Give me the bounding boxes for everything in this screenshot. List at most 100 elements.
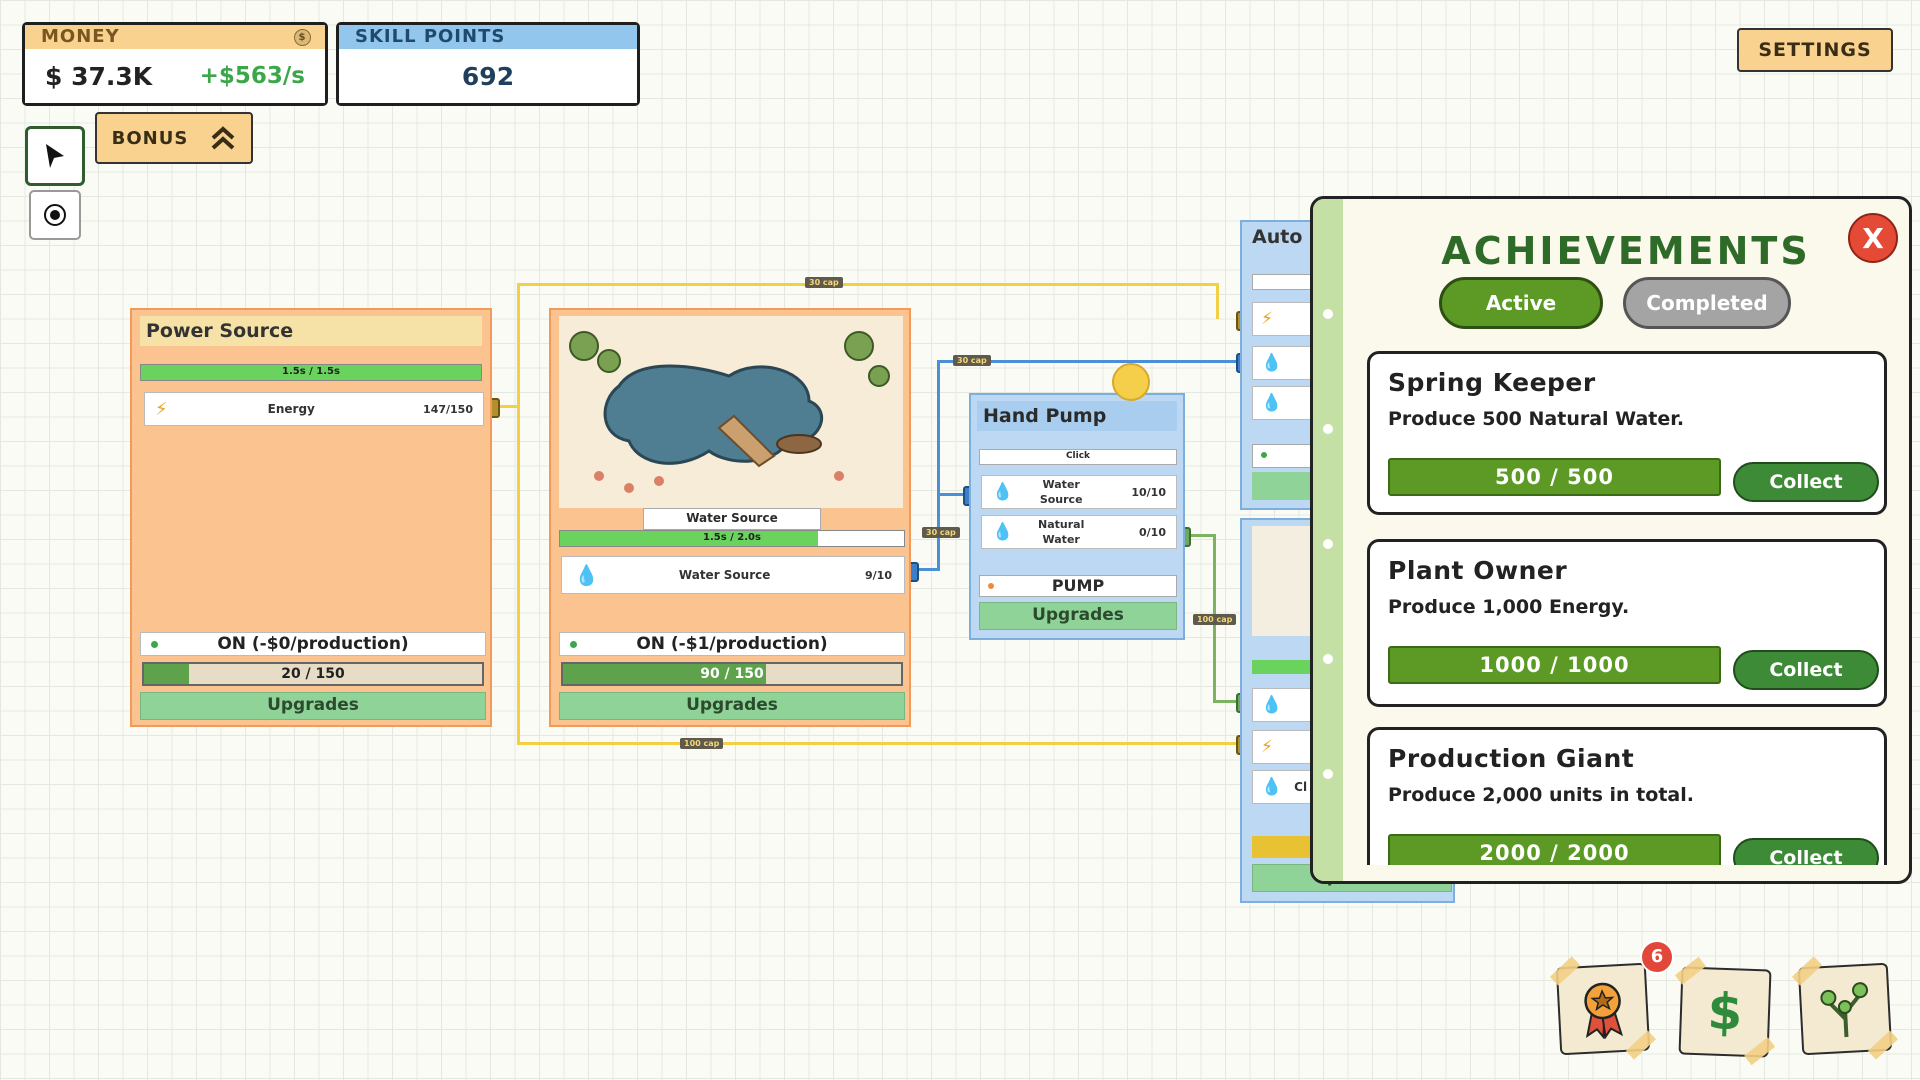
skill-value: 692 <box>461 61 515 91</box>
cursor-icon <box>46 144 64 168</box>
record-tool-button[interactable] <box>29 190 81 240</box>
wire-green-out <box>1187 534 1215 537</box>
wire-yellow-bottom <box>517 742 1245 745</box>
pump-action-button[interactable]: PUMP <box>979 575 1177 597</box>
achievement-title: Plant Owner <box>1388 556 1568 585</box>
resource-water-row: 💧 Water Source 9/10 <box>561 556 905 594</box>
water-drop-icon: 💧 <box>1261 393 1283 413</box>
auto-click-label: Cl <box>1294 780 1308 794</box>
money-rate: +$563/s <box>199 63 305 89</box>
water-source-caption: Water Source <box>643 508 821 530</box>
money-panel: MONEY $ $ 37.3K +$563/s <box>22 22 328 106</box>
timer-text: 1.5s / 2.0s <box>703 532 761 543</box>
production-timer-bar: 1.5s / 1.5s <box>140 364 482 381</box>
capacity-text: 90 / 150 <box>700 666 764 682</box>
click-label[interactable]: Click <box>979 449 1177 465</box>
shop-button[interactable]: $ <box>1674 956 1776 1066</box>
pond-illustration <box>559 316 903 508</box>
money-header: MONEY $ <box>25 25 325 49</box>
notification-badge: 6 <box>1640 940 1674 974</box>
bonus-label: BONUS <box>111 127 189 149</box>
achievement-title: Spring Keeper <box>1388 368 1596 397</box>
resource-count: 9/10 <box>865 568 892 582</box>
select-tool-button[interactable] <box>25 126 85 186</box>
capacity-bar: 90 / 150 <box>561 662 903 686</box>
skill-tree-button[interactable] <box>1791 956 1899 1060</box>
node-title: Auto <box>1252 226 1303 248</box>
node-title: Power Source <box>140 316 482 346</box>
water-drop-icon: 💧 <box>992 482 1014 502</box>
money-body: $ 37.3K +$563/s <box>25 49 325 103</box>
achievement-card: Production Giant Produce 2,000 units in … <box>1367 727 1887 865</box>
wire-cap-label: 30 cap <box>953 355 991 366</box>
upgrades-button[interactable]: Upgrades <box>559 692 905 720</box>
water-status-toggle[interactable]: ON (-$1/production) <box>559 632 905 656</box>
input-label: Water Source <box>1039 478 1083 506</box>
wire-cap-label: 30 cap <box>805 277 843 288</box>
hand-pump-node[interactable]: Hand Pump Click 💧 Water Source 10/10 💧 N… <box>969 363 1185 640</box>
skill-points-panel: SKILL POINTS 692 <box>336 22 640 106</box>
capacity-text: 20 / 150 <box>281 666 345 682</box>
collect-button[interactable]: Collect <box>1733 838 1879 865</box>
collect-button[interactable]: Collect <box>1733 462 1879 502</box>
badge-count: 6 <box>1650 946 1664 967</box>
capacity-bar: 20 / 150 <box>142 662 484 686</box>
status-text: ON (-$0/production) <box>217 634 409 654</box>
resource-label: Water Source <box>678 568 771 582</box>
wire-cap-label: 100 cap <box>680 738 724 749</box>
achievements-panel: ACHIEVEMENTS X Active Completed Spring K… <box>1310 196 1912 884</box>
achievement-desc: Produce 500 Natural Water. <box>1388 408 1685 430</box>
skill-label: SKILL POINTS <box>355 26 506 47</box>
achievement-progress: 500 / 500 <box>1388 458 1721 496</box>
upgrades-button[interactable]: Upgrades <box>979 602 1177 630</box>
upgrades-button[interactable]: Upgrades <box>140 692 486 720</box>
status-text: ON (-$1/production) <box>636 634 828 654</box>
achievements-button[interactable] <box>1549 956 1657 1060</box>
wire-yellow-left-vertical <box>517 283 520 745</box>
achievement-title: Production Giant <box>1388 744 1635 773</box>
resource-label: Energy <box>267 402 315 416</box>
money-value: $ 37.3K <box>45 61 153 91</box>
achievement-desc: Produce 1,000 Energy. <box>1388 596 1630 618</box>
collect-button[interactable]: Collect <box>1733 650 1879 690</box>
achievement-progress: 1000 / 1000 <box>1388 646 1721 684</box>
bonus-button[interactable]: BONUS <box>95 112 253 164</box>
settings-button[interactable]: SETTINGS <box>1737 28 1893 72</box>
pump-label: PUMP <box>1051 576 1105 595</box>
dollar-icon: $ <box>1706 982 1744 1042</box>
wire-blue-vertical <box>937 360 940 570</box>
timer-text: 1.5s / 1.5s <box>282 366 340 377</box>
resource-count: 147/150 <box>423 402 473 416</box>
production-timer-bar: 1.5s / 2.0s <box>559 530 905 547</box>
output-count: 0/10 <box>1139 525 1166 539</box>
achievement-progress: 2000 / 2000 <box>1388 834 1721 865</box>
coin-icon: $ <box>294 29 311 46</box>
pump-dot <box>988 583 994 589</box>
money-label: MONEY <box>41 26 120 47</box>
input-count: 10/10 <box>1131 485 1166 499</box>
wire-yellow-right-drop <box>1216 283 1219 319</box>
settings-label: SETTINGS <box>1758 39 1872 61</box>
award-ribbon-icon <box>1584 982 1624 1040</box>
power-source-node[interactable]: Power Source 1.5s / 1.5s ⚡ Energy 147/15… <box>130 308 492 727</box>
water-drop-icon: 💧 <box>1261 695 1283 715</box>
wire-cap-label: 30 cap <box>922 527 960 538</box>
achievement-card: Plant Owner Produce 1,000 Energy. 1000 /… <box>1367 539 1887 707</box>
skill-tree-icon <box>1820 982 1869 1038</box>
record-icon <box>44 204 66 226</box>
pump-input-row: 💧 Water Source 10/10 <box>981 475 1177 509</box>
achievement-card: Spring Keeper Produce 500 Natural Water.… <box>1367 351 1887 515</box>
coin-drop-icon[interactable] <box>1112 363 1150 401</box>
water-drop-icon: 💧 <box>1261 353 1283 373</box>
water-source-node[interactable]: Water Source 1.5s / 2.0s 💧 Water Source … <box>549 308 911 727</box>
resource-energy-row: ⚡ Energy 147/150 <box>144 392 484 426</box>
power-status-toggle[interactable]: ON (-$0/production) <box>140 632 486 656</box>
lightning-icon: ⚡ <box>155 398 168 420</box>
skill-header: SKILL POINTS <box>339 25 637 49</box>
lightning-icon: ⚡ <box>1261 309 1273 329</box>
skill-body: 692 <box>339 49 637 103</box>
achievements-list[interactable]: Spring Keeper Produce 500 Natural Water.… <box>1313 199 1909 865</box>
node-title: Hand Pump <box>977 401 1177 431</box>
wire-cap-label: 100 cap <box>1193 614 1237 625</box>
pump-output-row: 💧 Natural Water 0/10 <box>981 515 1177 549</box>
